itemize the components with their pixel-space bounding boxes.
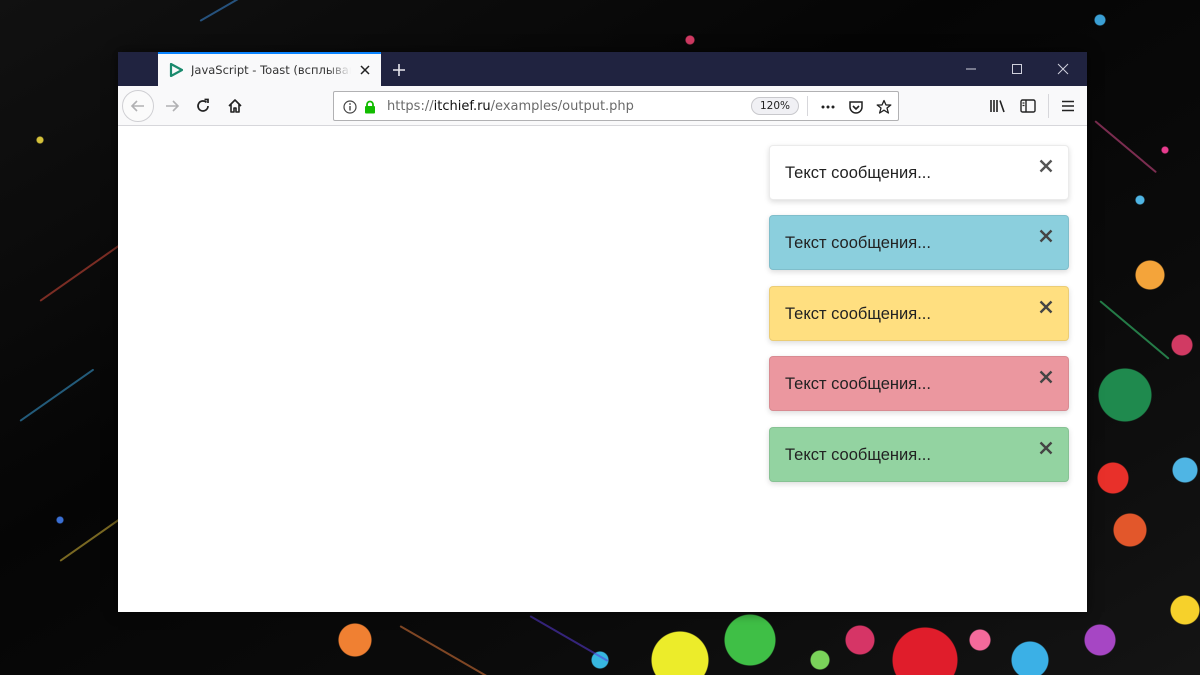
- back-button[interactable]: [122, 90, 154, 122]
- info-icon[interactable]: [339, 96, 361, 118]
- zoom-level-badge[interactable]: 120%: [751, 97, 800, 115]
- toast-text: Текст сообщения...: [785, 164, 931, 182]
- toast-message: Текст сообщения...: [769, 356, 1069, 411]
- lock-icon[interactable]: [359, 96, 381, 118]
- url-bar-divider: [807, 96, 808, 116]
- minimize-icon: [966, 68, 976, 70]
- navigation-toolbar: https://itchief.ru/examples/output.php 1…: [118, 86, 1087, 126]
- arrow-right-icon: [166, 100, 180, 112]
- arrow-left-icon: [130, 100, 144, 112]
- page-actions-icon[interactable]: [817, 96, 839, 118]
- wallpaper-streak: [529, 615, 609, 662]
- home-button[interactable]: [219, 90, 251, 122]
- bookmark-star-icon[interactable]: [873, 96, 895, 118]
- minimize-button[interactable]: [948, 52, 994, 86]
- wallpaper-streak: [199, 0, 288, 22]
- toast-text: Текст сообщения...: [785, 446, 931, 464]
- tab-close-icon[interactable]: [357, 62, 373, 78]
- forward-button[interactable]: [156, 90, 188, 122]
- toast-text: Текст сообщения...: [785, 305, 931, 323]
- tab-strip: JavaScript - Toast (всплывающие сообщени…: [118, 52, 1087, 86]
- new-tab-button[interactable]: [388, 59, 410, 81]
- browser-window: JavaScript - Toast (всплывающие сообщени…: [118, 52, 1087, 612]
- library-icon[interactable]: [986, 94, 1010, 118]
- toast-close-icon[interactable]: [1036, 297, 1056, 317]
- toast-close-icon[interactable]: [1036, 226, 1056, 246]
- pocket-icon[interactable]: [845, 96, 867, 118]
- play-triangle-icon: [168, 62, 184, 78]
- toast-close-icon[interactable]: [1036, 438, 1056, 458]
- url-path: /examples/output.php: [490, 99, 634, 114]
- tab-title: JavaScript - Toast (всплывающие сообщени…: [191, 63, 351, 77]
- url-scheme: https://: [387, 99, 434, 114]
- reload-button[interactable]: [187, 90, 219, 122]
- wallpaper-streak: [1099, 300, 1170, 360]
- home-icon: [228, 99, 242, 113]
- toast-message: Текст сообщения...: [769, 215, 1069, 270]
- toast-message: Текст сообщения...: [769, 286, 1069, 341]
- url-bar[interactable]: https://itchief.ru/examples/output.php 1…: [333, 91, 899, 121]
- toolbar-divider: [1048, 94, 1049, 118]
- tab-active[interactable]: JavaScript - Toast (всплывающие сообщени…: [158, 52, 381, 86]
- maximize-icon: [1012, 64, 1022, 74]
- close-window-button[interactable]: [1040, 52, 1086, 86]
- toast-message: Текст сообщения...: [769, 145, 1069, 200]
- hamburger-menu-icon[interactable]: [1056, 94, 1080, 118]
- page-content: Текст сообщения... Текст сообщения... Те…: [118, 126, 1087, 612]
- toast-text: Текст сообщения...: [785, 234, 931, 252]
- toast-text: Текст сообщения...: [785, 375, 931, 393]
- url-host: itchief.ru: [433, 99, 491, 114]
- wallpaper-streak: [399, 625, 505, 675]
- wallpaper-streak: [1094, 120, 1157, 174]
- sidebar-icon[interactable]: [1016, 94, 1040, 118]
- url-text[interactable]: https://itchief.ru/examples/output.php: [387, 99, 634, 114]
- reload-icon: [197, 98, 209, 112]
- toast-close-icon[interactable]: [1036, 367, 1056, 387]
- toast-close-icon[interactable]: [1036, 156, 1056, 176]
- wallpaper-streak: [19, 368, 95, 422]
- close-icon: [1057, 63, 1069, 75]
- toast-message: Текст сообщения...: [769, 427, 1069, 482]
- plus-icon: [393, 64, 405, 76]
- maximize-button[interactable]: [994, 52, 1040, 86]
